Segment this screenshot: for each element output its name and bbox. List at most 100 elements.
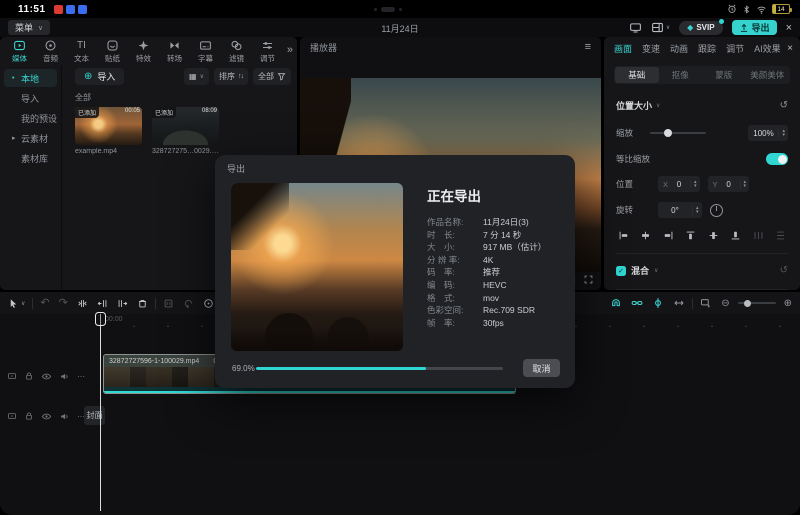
export-button[interactable]: 导出	[732, 20, 777, 35]
more-icon[interactable]: ⋯	[77, 372, 84, 381]
scale-value-box[interactable]: 100% ▴ ▾	[748, 125, 788, 141]
lock-icon[interactable]	[24, 371, 34, 381]
step-down-icon[interactable]: ▾	[694, 184, 697, 189]
linkage-icon[interactable]	[631, 297, 643, 309]
close-icon[interactable]: ×	[786, 22, 792, 34]
distribute-v-icon[interactable]	[775, 230, 786, 241]
tab-picture[interactable]: 画面	[614, 42, 632, 55]
chevron-down-icon[interactable]: ∨	[656, 102, 660, 109]
swap-tracks-icon[interactable]	[673, 297, 685, 309]
eye-icon[interactable]	[41, 411, 52, 422]
sidebar-item-presets[interactable]: 我的预设	[4, 109, 57, 127]
tab-filters[interactable]: 滤镜	[221, 39, 252, 64]
split-icon[interactable]	[77, 298, 88, 309]
position-x-box[interactable]: X 0 ▴ ▾	[658, 176, 700, 192]
align-center-h-icon[interactable]	[640, 230, 651, 241]
expand-tabs-icon[interactable]: »	[287, 39, 295, 61]
sidebar-item-import[interactable]: 导入	[4, 89, 57, 107]
position-x-stepper[interactable]: ▴ ▾	[690, 180, 700, 189]
slider-knob[interactable]	[664, 129, 672, 137]
reset-transform-icon[interactable]: ↺	[780, 100, 788, 111]
position-y-stepper[interactable]: ▴ ▾	[740, 180, 750, 189]
select-tool-button[interactable]: ∨	[8, 298, 25, 309]
media-item[interactable]: 已添加 00:05 example.mp4	[75, 107, 142, 155]
step-down-icon[interactable]: ▾	[782, 133, 785, 138]
uniform-scale-toggle[interactable]	[766, 153, 788, 165]
sidebar-item-cloud[interactable]: ▸ 云素材	[4, 129, 57, 147]
more-icon[interactable]: ⋯	[77, 412, 84, 421]
rotate-value-box[interactable]: 0° ▴ ▾	[658, 202, 702, 218]
close-icon[interactable]: ×	[787, 43, 793, 54]
tab-effects[interactable]: 特效	[128, 39, 159, 64]
mute-icon[interactable]	[59, 411, 70, 422]
crop-icon[interactable]	[203, 298, 214, 309]
zoom-in-icon[interactable]: ⊕	[784, 298, 792, 309]
redo-icon[interactable]: ↷	[59, 298, 68, 309]
tab-media[interactable]: 媒体	[4, 39, 35, 64]
reverse-icon[interactable]	[183, 298, 194, 309]
media-item[interactable]: 已添加 08:09 328727275…0029.mp4	[152, 107, 219, 155]
sort-button[interactable]: 排序 ↑↓	[214, 68, 248, 85]
zoom-out-icon[interactable]: ⊖	[721, 298, 729, 309]
sidebar-item-local[interactable]: • 本地	[4, 69, 57, 87]
freeze-frame-icon[interactable]	[163, 298, 174, 309]
step-down-icon[interactable]: ▾	[744, 184, 747, 189]
tab-ai-effects[interactable]: AI效果	[754, 42, 781, 55]
reset-blend-icon[interactable]: ↺	[780, 265, 788, 276]
playhead-handle[interactable]	[95, 312, 106, 326]
view-mode-button[interactable]: ▦ ∨	[184, 68, 209, 85]
layout-switch[interactable]: ∨	[651, 21, 670, 34]
tab-speed[interactable]: 变速	[642, 42, 660, 55]
trim-left-icon[interactable]	[97, 298, 108, 309]
lock-icon[interactable]	[24, 411, 34, 421]
tab-adjust[interactable]: 调节	[726, 42, 744, 55]
align-left-icon[interactable]	[618, 230, 629, 241]
distribute-h-icon[interactable]	[753, 230, 764, 241]
magnet-icon[interactable]	[610, 297, 622, 309]
subtab-beauty[interactable]: 美颜美体	[746, 67, 790, 83]
filter-button[interactable]: 全部	[253, 68, 291, 85]
cover-button[interactable]: 封面	[84, 406, 105, 425]
tab-sticker[interactable]: 贴纸	[97, 39, 128, 64]
playhead-line[interactable]	[100, 314, 101, 511]
tab-animation[interactable]: 动画	[670, 42, 688, 55]
slider-knob[interactable]	[744, 300, 751, 307]
delete-icon[interactable]	[137, 298, 148, 309]
undo-icon[interactable]: ↶	[40, 298, 49, 309]
tab-tracking[interactable]: 跟踪	[698, 42, 716, 55]
scale-stepper[interactable]: ▴ ▾	[778, 129, 788, 138]
tab-adjust[interactable]: 调节	[252, 39, 283, 64]
cancel-button[interactable]: 取消	[523, 359, 560, 377]
tab-captions[interactable]: 字幕	[190, 39, 221, 64]
eye-icon[interactable]	[41, 371, 52, 382]
sidebar-item-library[interactable]: 素材库	[4, 149, 57, 167]
tab-text[interactable]: TI 文本	[66, 39, 97, 64]
timeline-zoom-slider[interactable]	[738, 302, 776, 304]
fullscreen-icon[interactable]	[583, 274, 594, 285]
trim-right-icon[interactable]	[117, 298, 128, 309]
align-right-icon[interactable]	[663, 230, 674, 241]
media-thumbnail[interactable]: 已添加 08:09	[152, 107, 219, 145]
align-top-icon[interactable]	[685, 230, 696, 241]
import-button[interactable]: ⊕ 导入	[75, 68, 124, 85]
align-middle-v-icon[interactable]	[708, 230, 719, 241]
subtab-mask[interactable]: 蒙版	[702, 67, 746, 83]
align-bottom-icon[interactable]	[730, 230, 741, 241]
player-menu-icon[interactable]: ≡	[585, 41, 591, 53]
preview-axis-icon[interactable]	[652, 297, 664, 309]
subtab-cutout[interactable]: 抠像	[659, 67, 703, 83]
blend-checkbox[interactable]: ✓	[616, 266, 626, 276]
rotate-dial[interactable]	[710, 204, 723, 217]
tab-transitions[interactable]: 转场	[159, 39, 190, 64]
position-y-box[interactable]: Y 0 ▴ ▾	[708, 176, 750, 192]
step-down-icon[interactable]: ▾	[696, 210, 699, 215]
subtab-basic[interactable]: 基础	[615, 67, 659, 83]
scale-slider[interactable]	[650, 132, 706, 134]
display-mode-icon[interactable]	[629, 21, 642, 34]
track-mode-icon[interactable]	[700, 297, 712, 309]
media-thumbnail[interactable]: 已添加 00:05	[75, 107, 142, 145]
svip-button[interactable]: ◆ SVIP	[679, 21, 722, 35]
rotate-stepper[interactable]: ▴ ▾	[692, 206, 702, 215]
chevron-down-icon[interactable]: ∨	[654, 267, 658, 274]
mute-icon[interactable]	[59, 371, 70, 382]
